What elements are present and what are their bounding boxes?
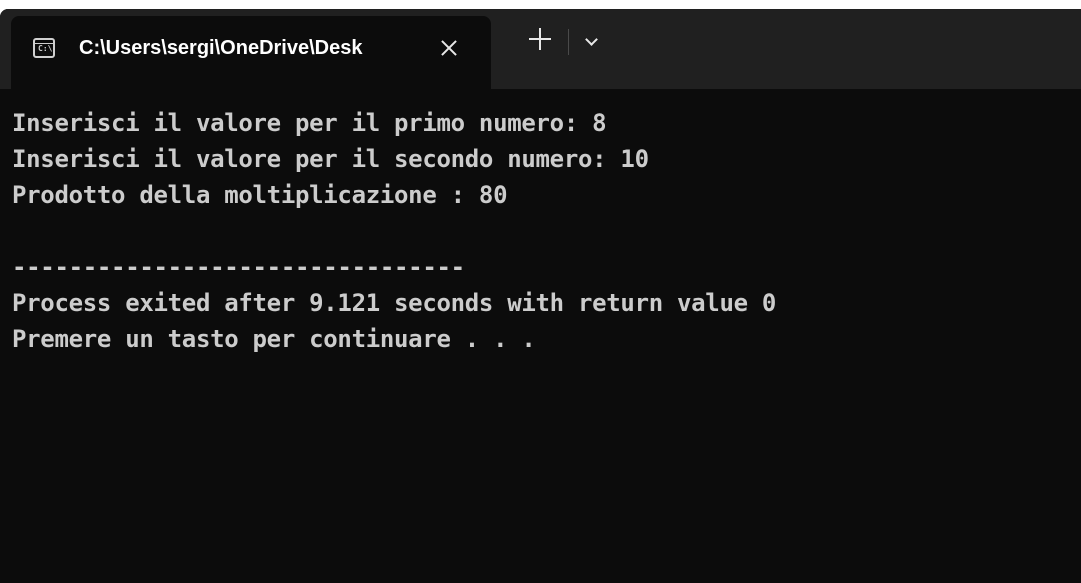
chevron-down-icon[interactable] bbox=[585, 35, 597, 47]
tab-active[interactable]: C:\ C:\Users\sergi\OneDrive\Desk bbox=[11, 16, 491, 89]
console-line: Premere un tasto per continuare . . . bbox=[12, 325, 536, 353]
console-line: Inserisci il valore per il secondo numer… bbox=[12, 145, 649, 173]
console-line: Inserisci il valore per il primo numero:… bbox=[12, 109, 607, 137]
console-output[interactable]: Inserisci il valore per il primo numero:… bbox=[0, 89, 1081, 583]
console-line: Process exited after 9.121 seconds with … bbox=[12, 289, 777, 317]
tab-bar: C:\ C:\Users\sergi\OneDrive\Desk bbox=[0, 9, 1081, 89]
console-separator: -------------------------------- bbox=[12, 253, 465, 281]
close-icon[interactable] bbox=[439, 38, 459, 58]
plus-icon[interactable] bbox=[529, 28, 551, 50]
terminal-window: C:\ C:\Users\sergi\OneDrive\Desk Inseris… bbox=[0, 9, 1081, 583]
console-app-icon-glyph: C:\ bbox=[38, 44, 53, 53]
console-app-icon: C:\ bbox=[33, 38, 55, 58]
tab-divider bbox=[568, 29, 569, 55]
tab-title: C:\Users\sergi\OneDrive\Desk bbox=[79, 37, 363, 59]
console-line: Prodotto della moltiplicazione : 80 bbox=[12, 181, 508, 209]
